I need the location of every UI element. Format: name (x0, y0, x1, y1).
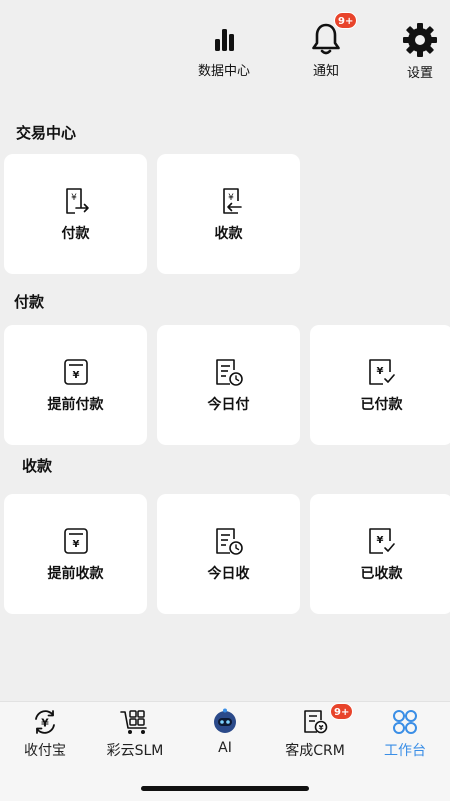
svg-text:¥: ¥ (71, 193, 77, 203)
today-pay-label: 今日付 (207, 396, 250, 413)
tab-ai[interactable]: AI (180, 702, 270, 772)
svg-text:¥: ¥ (319, 724, 324, 732)
svg-text:¥: ¥ (376, 535, 383, 546)
today-pay-card[interactable]: 今日付 (157, 325, 300, 445)
receive-section-title: 收款 (22, 457, 53, 475)
trade-pay-card[interactable]: ¥ 付款 (4, 154, 147, 274)
settings-label: 设置 (406, 66, 433, 81)
trade-receive-label: 收款 (214, 225, 243, 242)
trade-receive-card[interactable]: ¥ 收款 (157, 154, 300, 274)
check-receipt-icon: ¥ (368, 527, 395, 554)
advance-payment-icon: ¥ (63, 358, 88, 385)
advance-receive-label: 提前收款 (47, 565, 104, 582)
tab-shoufubao[interactable]: ¥ 收付宝 (0, 702, 90, 772)
today-receive-card[interactable]: 今日收 (157, 494, 300, 614)
svg-text:¥: ¥ (228, 193, 234, 203)
notification-button[interactable]: 通知 9+ (286, 12, 366, 88)
tab-ai-label: AI (218, 740, 232, 756)
payment-out-icon: ¥ (65, 187, 89, 214)
svg-text:¥: ¥ (72, 370, 79, 381)
payment-in-icon: ¥ (222, 187, 242, 214)
data-center-label: 数据中心 (197, 64, 250, 79)
svg-text:¥: ¥ (41, 717, 49, 730)
shopping-cart-icon (120, 710, 147, 734)
advance-pay-label: 提前付款 (47, 396, 104, 413)
bar-chart-icon (215, 29, 234, 51)
received-card[interactable]: ¥ 已收款 (310, 494, 450, 614)
advance-receipt-icon: ¥ (63, 527, 88, 554)
received-label: 已收款 (360, 565, 403, 582)
document-clock-icon (215, 358, 243, 386)
robot-icon (214, 708, 236, 733)
top-bar: 数据中心 通知 9+ 设置 (0, 0, 450, 95)
tab-crm-label: 客成CRM (285, 743, 345, 759)
svg-text:¥: ¥ (72, 539, 79, 550)
notification-badge: 9+ (334, 12, 358, 29)
advance-receive-card[interactable]: ¥ 提前收款 (4, 494, 147, 614)
today-receive-label: 今日收 (207, 565, 250, 582)
pay-section-title: 付款 (14, 293, 45, 311)
data-center-button[interactable]: 数据中心 (184, 22, 264, 88)
crm-badge: 9+ (330, 703, 354, 720)
trade-center-title: 交易中心 (16, 124, 77, 142)
notification-label: 通知 (312, 64, 339, 79)
paid-label: 已付款 (360, 396, 403, 413)
tab-crm[interactable]: ¥ 客成CRM 9+ (270, 702, 360, 772)
workbench-grid-icon (393, 710, 417, 734)
document-clock-icon (215, 527, 243, 555)
check-payment-icon: ¥ (368, 358, 395, 385)
home-indicator (141, 786, 309, 791)
settings-button[interactable]: 设置 (380, 22, 450, 88)
tab-workbench[interactable]: 工作台 (360, 702, 450, 772)
tab-caiyun-slm[interactable]: 彩云SLM (90, 702, 180, 772)
yuan-exchange-icon: ¥ (35, 710, 55, 734)
gear-icon (403, 23, 437, 57)
advance-pay-card[interactable]: ¥ 提前付款 (4, 325, 147, 445)
tab-workbench-label: 工作台 (384, 743, 426, 759)
tab-shoufubao-label: 收付宝 (24, 743, 66, 759)
paid-card[interactable]: ¥ 已付款 (310, 325, 450, 445)
document-coin-icon: ¥ (304, 710, 328, 734)
svg-text:¥: ¥ (376, 366, 383, 377)
tab-caiyun-slm-label: 彩云SLM (106, 743, 164, 759)
trade-pay-label: 付款 (61, 225, 90, 242)
